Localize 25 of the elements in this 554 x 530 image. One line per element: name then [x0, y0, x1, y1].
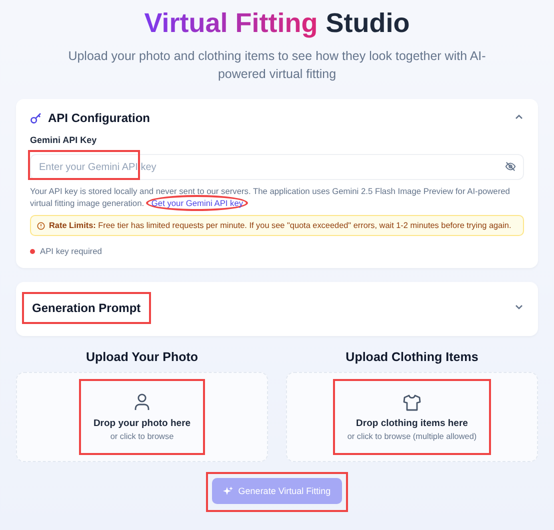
eye-off-icon[interactable] — [505, 161, 516, 172]
status-text: API key required — [40, 246, 102, 256]
shirt-icon — [402, 394, 421, 410]
api-key-field[interactable]: Enter your Gemini API key — [30, 154, 524, 180]
upload-heading: Upload Your Photo — [86, 350, 198, 364]
section-title: Generation Prompt — [32, 301, 141, 315]
info-icon — [37, 222, 45, 230]
drop-text: Drop clothing items here — [356, 418, 468, 428]
section-title: API Configuration — [48, 111, 150, 125]
key-icon — [30, 112, 42, 124]
sparkle-icon — [223, 486, 234, 496]
drop-hint: or click to browse (multiple allowed) — [347, 432, 477, 440]
subtitle: Upload your photo and clothing items to see how they look together with AI-powered virtual fitting — [67, 48, 487, 83]
title: Studio — [326, 8, 410, 39]
help-text: Your API key is stored locally and never sent to our servers. The application uses Gemini 2.5 Flash Image Preview for AI-powered virtual fitting image generation. Get your Gemini API key — [30, 185, 524, 209]
person-icon — [134, 393, 150, 411]
chevron-down-icon[interactable] — [514, 302, 524, 312]
field-label: Gemini API Key — [30, 135, 97, 145]
drop-text: Drop your photo here — [93, 418, 191, 429]
api-key-link[interactable]: Get your Gemini API key — [146, 195, 248, 211]
rate-limit-text: Rate Limits: Free tier has limited requests per minute. If you see "quota exceeded" errors, wait 1-2 minutes before trying again. — [49, 221, 512, 230]
drop-zone[interactable]: Drop clothing items here or click to browse (multiple allowed) — [286, 372, 538, 462]
upload-heading: Upload Clothing Items — [346, 350, 478, 364]
drop-hint: or click to browse — [110, 432, 174, 441]
drop-zone[interactable]: Drop your photo here or click to browse — [16, 372, 268, 462]
